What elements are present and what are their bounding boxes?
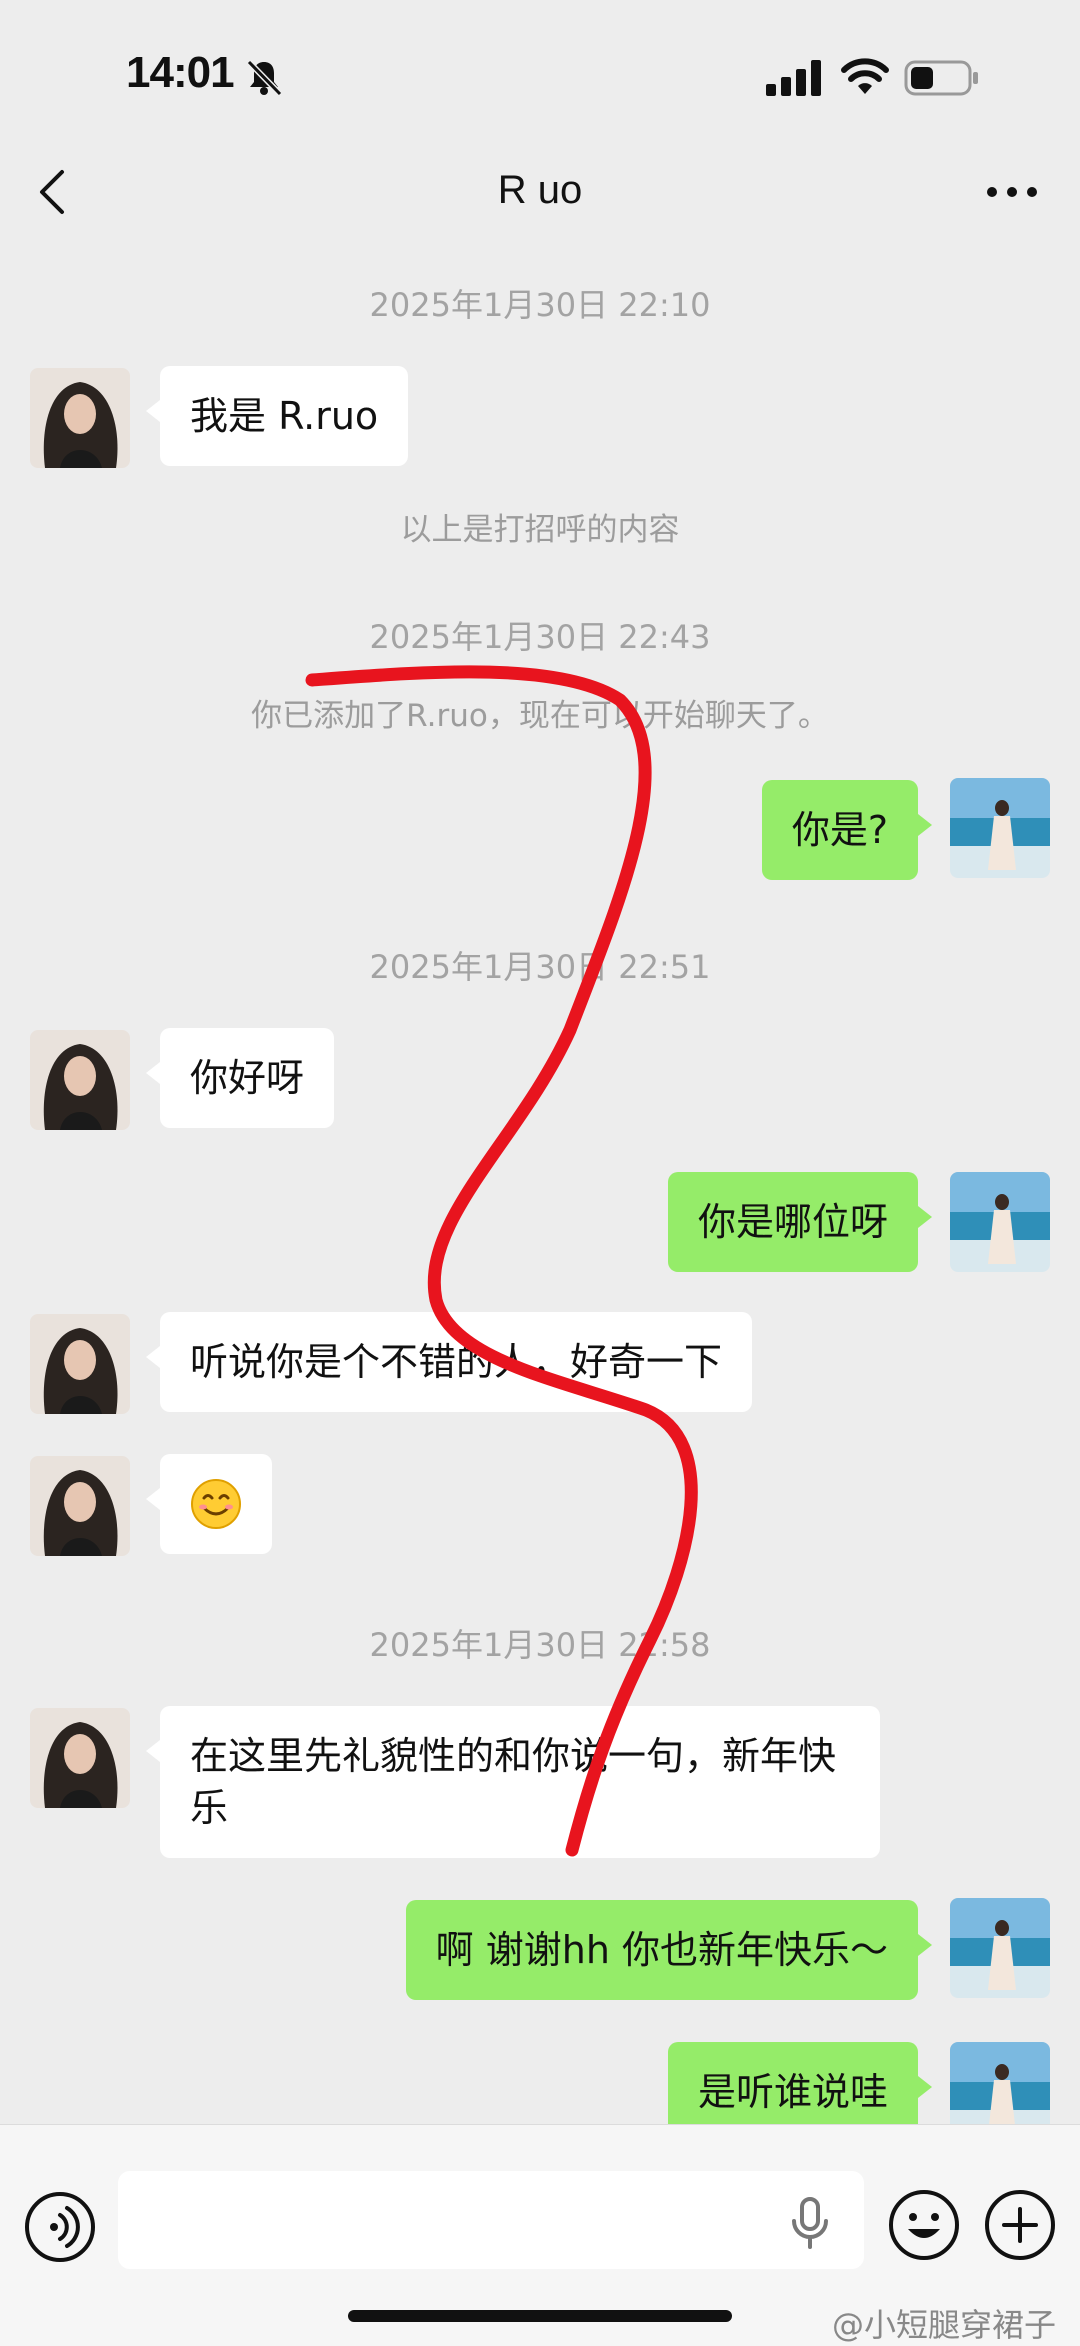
my-avatar[interactable] <box>950 778 1050 878</box>
timestamp: 2025年1月30日 22:10 <box>369 286 711 324</box>
status-bar: 14:01 <box>0 0 1080 150</box>
message-bubble-incoming[interactable]: 我是 R.ruo <box>145 366 409 466</box>
contact-avatar[interactable] <box>30 1314 130 1414</box>
my-avatar[interactable] <box>950 1172 1050 1272</box>
contact-avatar[interactable] <box>30 1456 130 1556</box>
message-bubble-incoming[interactable]: 你好呀 <box>145 1028 335 1128</box>
home-indicator[interactable] <box>348 2310 732 2322</box>
my-avatar[interactable] <box>950 2042 1050 2124</box>
contact-avatar[interactable] <box>30 1030 130 1130</box>
my-avatar[interactable] <box>950 1898 1050 1998</box>
microphone-icon[interactable] <box>788 2197 832 2249</box>
message-input[interactable] <box>118 2171 864 2269</box>
plus-icon[interactable] <box>984 2189 1056 2261</box>
chat-header: R uo <box>0 150 1080 234</box>
message-list[interactable]: 2025年1月30日 22:10 我是 R.ruo 以上是打招呼的内容 2025… <box>0 234 1080 2124</box>
watermark: @小短腿穿裙子 <box>832 2306 1057 2344</box>
voice-input-icon[interactable] <box>24 2191 96 2263</box>
timestamp: 2025年1月30日 22:51 <box>369 948 711 986</box>
smiling-face-emoji-icon <box>191 1479 241 1529</box>
message-bubble-incoming[interactable]: 在这里先礼貌性的和你说一句，新年快乐 <box>146 1706 880 1858</box>
wifi-icon <box>841 58 889 94</box>
timestamp: 2025年1月30日 22:58 <box>369 1626 711 1664</box>
timestamp: 2025年1月30日 22:43 <box>369 618 711 656</box>
contact-avatar[interactable] <box>30 1708 130 1808</box>
message-bubble-outgoing[interactable]: 你是哪位呀 <box>667 1172 933 1272</box>
system-notice: 以上是打招呼的内容 <box>400 512 680 548</box>
contact-avatar[interactable] <box>30 368 130 468</box>
status-time: 14:01 <box>126 48 235 97</box>
message-bubble-incoming[interactable] <box>146 1454 272 1554</box>
more-options-icon[interactable] <box>984 174 1040 210</box>
message-bubble-outgoing[interactable]: 是听谁说哇 <box>667 2042 933 2124</box>
emoji-icon[interactable] <box>888 2189 960 2261</box>
chat-title: R uo <box>497 168 583 212</box>
bell-muted-icon <box>246 59 283 97</box>
cellular-signal-icon <box>766 60 821 96</box>
message-bubble-incoming[interactable]: 听说你是个不错的人，好奇一下 <box>145 1312 753 1412</box>
message-bubble-outgoing[interactable]: 啊 谢谢hh 你也新年快乐～ <box>405 1900 933 2000</box>
system-notice: 你已添加了R.ruo，现在可以开始聊天了。 <box>251 698 829 734</box>
battery-icon <box>904 60 978 96</box>
message-bubble-outgoing[interactable]: 你是? <box>761 780 933 880</box>
